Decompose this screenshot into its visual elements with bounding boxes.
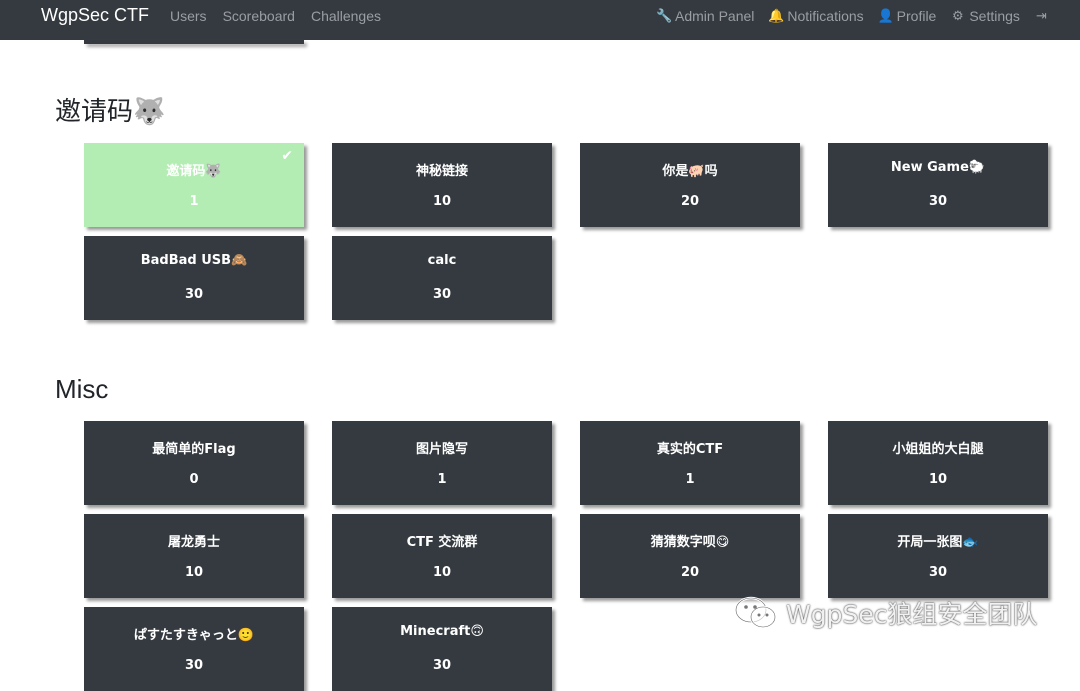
nav-admin-panel-link[interactable]: 🔧 Admin Panel [656,8,754,24]
challenge-name: 图片隐写 [415,442,468,457]
bell-icon: 🔔 [768,8,785,23]
challenge-value: 30 [184,658,204,673]
challenge-name: CTF 交流群 [406,535,478,550]
challenge-card[interactable]: New Game🐑 30 [828,143,1048,227]
nav-right-links: 🔧 Admin Panel 🔔 Notifications 👤 Profile … [656,8,1049,24]
challenge-card[interactable]: ぱすたすきゃっと🙂 30 [84,607,304,691]
nav-users-link[interactable]: Users [170,8,207,24]
top-navbar: WgpSec CTF Users Scoreboard Challenges 🔧… [0,0,1080,40]
challenge-value: 1 [685,472,695,487]
nav-settings-label: Settings [969,8,1020,24]
challenge-value: 10 [432,194,452,209]
challenge-value: 20 [680,565,700,580]
challenge-card[interactable]: CTF 交流群 10 [332,514,552,598]
challenge-card[interactable]: 邀请码🐺 1 ✔ [84,143,304,227]
nav-challenges-link[interactable]: Challenges [311,8,381,24]
challenge-name: 猜猜数字呗😋 [650,535,730,550]
challenge-card[interactable]: 图片隐写 1 [332,421,552,505]
challenge-name: BadBad USB🙈 [140,253,248,268]
challenge-card[interactable]: 真实的CTF 1 [580,421,800,505]
nav-profile-link[interactable]: 👤 Profile [878,8,937,24]
challenge-name: calc [427,253,457,268]
challenge-name: ぱすたすきゃっと🙂 [133,628,255,643]
challenge-value: 30 [928,194,948,209]
wechat-icon [734,595,778,631]
challenge-card[interactable]: BadBad USB🙈 30 [84,236,304,320]
challenge-name: 真实的CTF [656,442,724,457]
challenge-value: 20 [680,194,700,209]
challenge-name: Minecraft🙃 [400,624,484,639]
category-title-invite: 邀请码🐺 [55,96,166,126]
wrench-icon: 🔧 [656,8,673,23]
nav-settings-link[interactable]: ⚙ Settings [950,8,1020,24]
challenge-name: 屠龙勇士 [167,535,220,550]
challenge-card[interactable]: Minecraft🙃 30 [332,607,552,691]
challenge-card[interactable]: 小姐姐的大白腿 10 [828,421,1048,505]
challenge-value: 30 [432,287,452,302]
cogs-icon: ⚙ [952,8,964,23]
challenge-value: 30 [184,287,204,302]
challenge-value: 10 [184,565,204,580]
logout-icon: ⇥ [1035,8,1047,23]
challenge-card[interactable]: calc 30 [332,236,552,320]
nav-left-links: Users Scoreboard Challenges [170,8,381,24]
nav-notifications-label: Notifications [787,8,864,24]
nav-profile-label: Profile [896,8,937,24]
challenge-value: 0 [189,472,199,487]
watermark: WgpSec狼组安全团队 [734,595,1037,631]
challenge-card[interactable]: 屠龙勇士 10 [84,514,304,598]
challenge-card[interactable]: 最简单的Flag 0 [84,421,304,505]
watermark-text: WgpSec狼组安全团队 [786,600,1038,629]
user-circle-icon: 👤 [877,8,894,23]
challenge-value: 10 [432,565,452,580]
challenge-card[interactable]: 神秘链接 10 [332,143,552,227]
brand-link[interactable]: WgpSec CTF [41,5,149,25]
category-title-misc: Misc [55,374,109,404]
challenge-name: 你是🐖吗 [662,164,718,179]
nav-logout-link[interactable]: ⇥ [1034,8,1049,24]
challenge-name: 邀请码🐺 [166,164,222,179]
challenge-name: 小姐姐的大白腿 [892,442,984,457]
nav-scoreboard-link[interactable]: Scoreboard [223,8,295,24]
challenge-value: 1 [437,472,447,487]
challenge-card[interactable]: 猜猜数字呗😋 20 [580,514,800,598]
challenge-value: 10 [928,472,948,487]
challenge-value: 30 [928,565,948,580]
challenge-grid-invite: 邀请码🐺 1 ✔ 神秘链接 10 你是🐖吗 20 New Game🐑 30 BadBad USB🙈… [84,143,1048,320]
nav-notifications-link[interactable]: 🔔 Notifications [768,8,863,24]
challenge-card[interactable]: 开局一张图🐟 30 [828,514,1048,598]
challenge-name: 神秘链接 [415,164,468,179]
challenge-name: New Game🐑 [890,160,986,175]
challenge-value: 1 [189,194,199,209]
nav-admin-panel-label: Admin Panel [675,8,755,24]
previous-card-edge [84,40,304,44]
solved-check-icon: ✔ [281,148,293,164]
challenge-name: 开局一张图🐟 [897,535,979,550]
challenge-name: 最简单的Flag [152,442,236,457]
challenge-grid-misc: 最简单的Flag 0 图片隐写 1 真实的CTF 1 小姐姐的大白腿 10 屠龙勇士 10 CTF … [84,421,1048,691]
challenge-card[interactable]: 你是🐖吗 20 [580,143,800,227]
challenge-value: 30 [432,658,452,673]
